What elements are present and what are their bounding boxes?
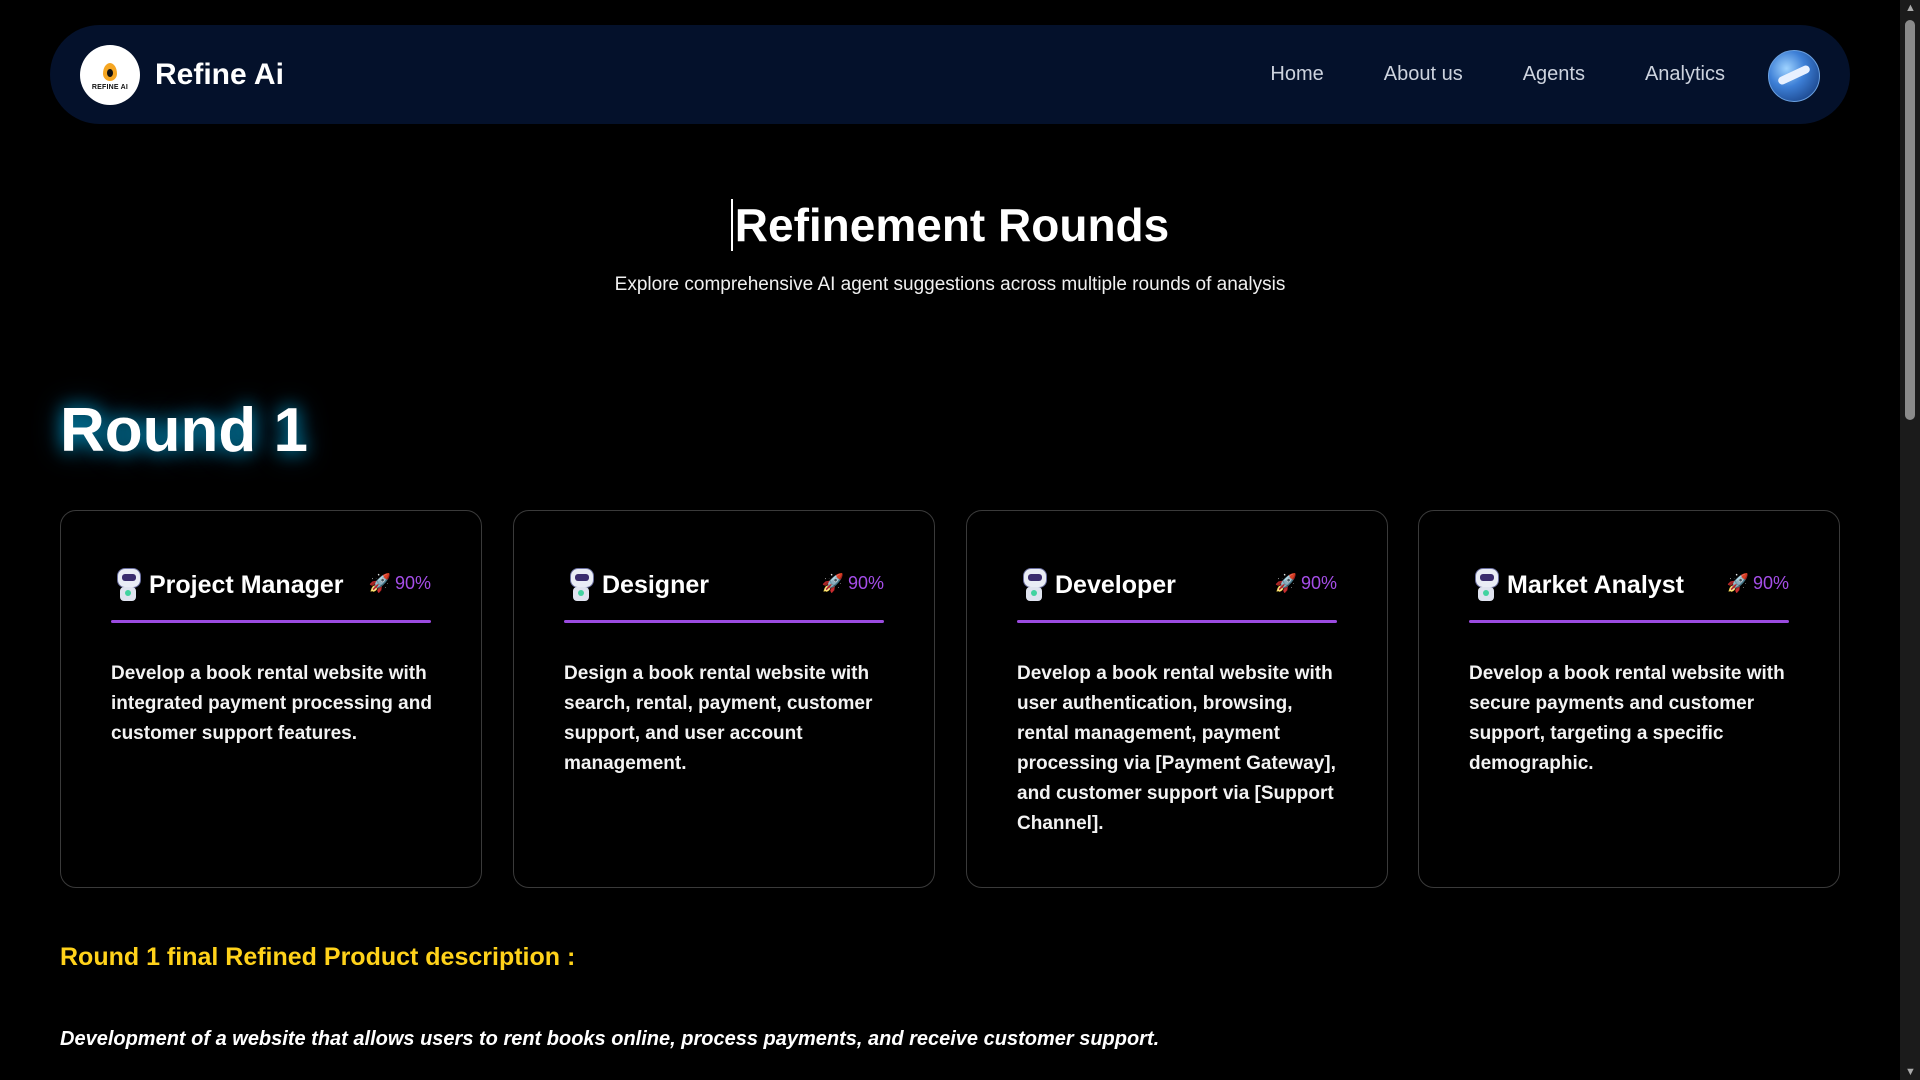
- card-divider: [111, 620, 431, 623]
- card-title: Developer: [1055, 570, 1176, 599]
- score-value: 90%: [1752, 573, 1789, 593]
- card-description: Develop a book rental website with user …: [1017, 663, 1336, 834]
- final-description-heading: Round 1 final Refined Product descriptio…: [60, 943, 576, 971]
- score-badge: 🚀 90%: [1727, 573, 1789, 594]
- round-title: Round 1: [60, 396, 308, 465]
- user-avatar[interactable]: [1768, 50, 1820, 102]
- page-title: Refinement Rounds: [0, 198, 1900, 252]
- page: REFINE AI Refine Ai Home About us Agents…: [0, 0, 1900, 1080]
- scroll-down-icon[interactable]: ▼: [1905, 1066, 1916, 1078]
- card-header: Designer 🚀 90%: [564, 565, 884, 605]
- agent-card-market-analyst[interactable]: Market Analyst 🚀 90% Develop a book renta…: [1418, 510, 1840, 888]
- rocket-icon: 🚀: [821, 573, 844, 593]
- rocket-icon: 🚀: [368, 573, 391, 593]
- rocket-icon: 🚀: [1274, 573, 1297, 593]
- card-header: Project Manager 🚀 90%: [111, 565, 431, 605]
- agent-card-developer[interactable]: Developer 🚀 90% Develop a book rental web…: [966, 510, 1388, 888]
- score-value: 90%: [1300, 573, 1337, 593]
- card-title: Project Manager: [149, 570, 344, 599]
- vertical-scrollbar[interactable]: ▲ ▼: [1900, 0, 1920, 1080]
- scroll-up-icon[interactable]: ▲: [1905, 2, 1916, 14]
- navbar: REFINE AI Refine Ai Home About us Agents…: [50, 25, 1850, 124]
- nav-home[interactable]: Home: [1270, 63, 1323, 86]
- score-value: 90%: [847, 573, 884, 593]
- card-description: Develop a book rental website with integ…: [111, 663, 432, 744]
- scroll-thumb[interactable]: [1905, 20, 1915, 420]
- logo[interactable]: REFINE AI: [80, 44, 140, 105]
- logo-icon: [103, 62, 117, 81]
- agent-card-designer[interactable]: Designer 🚀 90% Design a book rental websi…: [513, 510, 935, 888]
- robot-icon: [1469, 566, 1503, 604]
- card-title: Market Analyst: [1507, 570, 1684, 599]
- nav-links: Home About us Agents Analytics: [1270, 25, 1725, 124]
- brand-name[interactable]: Refine Ai: [155, 58, 284, 92]
- robot-icon: [111, 566, 145, 604]
- page-title-text: Refinement Rounds: [730, 199, 1170, 251]
- page-subtitle: Explore comprehensive AI agent suggestio…: [614, 274, 1286, 295]
- card-description: Design a book rental website with search…: [564, 663, 873, 774]
- brand[interactable]: REFINE AI Refine Ai: [80, 44, 284, 105]
- rocket-icon: 🚀: [1726, 573, 1749, 593]
- card-divider: [1469, 620, 1789, 623]
- agent-card-project-manager[interactable]: Project Manager 🚀 90% Develop a book rent…: [60, 510, 482, 888]
- nav-analytics[interactable]: Analytics: [1645, 63, 1725, 86]
- robot-icon: [1017, 566, 1051, 604]
- score-value: 90%: [394, 573, 431, 593]
- card-divider: [1017, 620, 1337, 623]
- card-description: Develop a book rental website with secur…: [1469, 663, 1785, 774]
- card-divider: [564, 620, 884, 623]
- agent-cards: Project Manager 🚀 90% Develop a book rent…: [60, 510, 1840, 888]
- logo-text: REFINE AI: [91, 83, 129, 91]
- card-header: Market Analyst 🚀 90%: [1469, 565, 1789, 605]
- nav-about-us[interactable]: About us: [1384, 63, 1463, 86]
- score-badge: 🚀 90%: [369, 573, 431, 594]
- card-title: Designer: [602, 570, 709, 599]
- score-badge: 🚀 90%: [1275, 573, 1337, 594]
- nav-agents[interactable]: Agents: [1523, 63, 1585, 86]
- final-description-text: Development of a website that allows use…: [60, 1028, 1160, 1050]
- score-badge: 🚀 90%: [822, 573, 884, 594]
- card-header: Developer 🚀 90%: [1017, 565, 1337, 605]
- robot-icon: [564, 566, 598, 604]
